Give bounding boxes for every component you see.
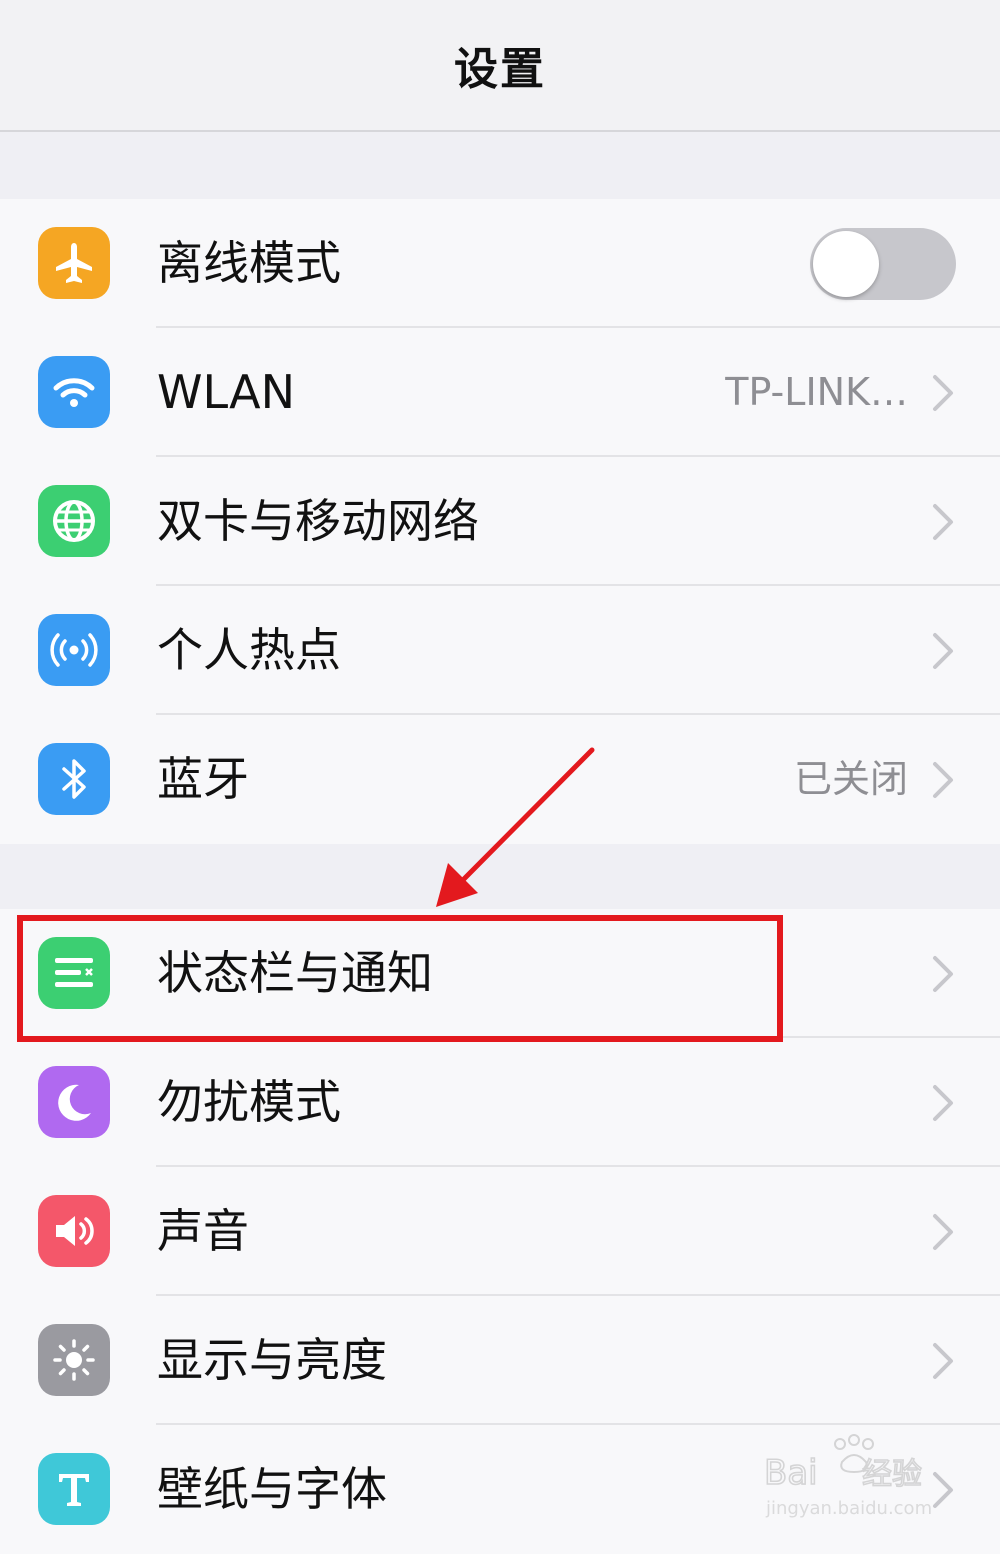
highlight-box xyxy=(17,915,783,1042)
chevron-right-icon xyxy=(933,633,953,669)
settings-row-sound[interactable]: 声音 xyxy=(0,1167,1000,1296)
settings-row-display[interactable]: 显示与亮度 xyxy=(0,1296,1000,1425)
row-label: 勿扰模式 xyxy=(157,1075,341,1129)
settings-row-wlan[interactable]: WLAN TP-LINK… xyxy=(0,328,1000,457)
svg-text:经验: 经验 xyxy=(862,1457,922,1492)
bluetooth-icon xyxy=(38,743,110,815)
hotspot-icon xyxy=(38,614,110,686)
svg-text:jingyan.baidu.com: jingyan.baidu.com xyxy=(765,1498,932,1519)
settings-row-dual-sim[interactable]: 双卡与移动网络 xyxy=(0,457,1000,586)
chevron-right-icon xyxy=(933,1214,953,1250)
row-label: 壁纸与字体 xyxy=(157,1462,387,1516)
row-label: 离线模式 xyxy=(157,236,341,290)
row-value: TP-LINK… xyxy=(725,370,908,414)
page-title: 设置 xyxy=(454,44,546,95)
chevron-right-icon xyxy=(933,1085,953,1121)
speaker-icon xyxy=(38,1195,110,1267)
settings-row-do-not-disturb[interactable]: 勿扰模式 xyxy=(0,1038,1000,1167)
chevron-right-icon xyxy=(933,762,953,798)
annotation-arrow xyxy=(436,747,595,907)
font-t-icon xyxy=(38,1453,110,1525)
wifi-icon xyxy=(38,356,110,428)
toggle-knob xyxy=(813,231,879,297)
moon-icon xyxy=(38,1066,110,1138)
row-label: WLAN xyxy=(157,365,296,419)
row-label: 显示与亮度 xyxy=(157,1333,387,1387)
chevron-right-icon xyxy=(933,1343,953,1379)
svg-text:Bai: Bai xyxy=(764,1453,818,1493)
row-value: 已关闭 xyxy=(793,757,908,801)
globe-icon xyxy=(38,485,110,557)
chevron-right-icon xyxy=(933,504,953,540)
chevron-right-icon xyxy=(933,375,953,411)
sun-icon xyxy=(38,1324,110,1396)
row-label: 个人热点 xyxy=(157,623,341,677)
airplane-mode-toggle[interactable] xyxy=(810,228,956,300)
row-label: 声音 xyxy=(157,1204,249,1258)
navigation-bar: 设置 xyxy=(0,0,1000,132)
airplane-icon xyxy=(38,227,110,299)
row-label: 双卡与移动网络 xyxy=(157,494,479,548)
row-label: 蓝牙 xyxy=(157,752,249,806)
chevron-right-icon xyxy=(933,956,953,992)
settings-row-hotspot[interactable]: 个人热点 xyxy=(0,586,1000,715)
baidu-watermark-logo: Bai 经验 jingyan.baidu.com xyxy=(763,1434,932,1519)
